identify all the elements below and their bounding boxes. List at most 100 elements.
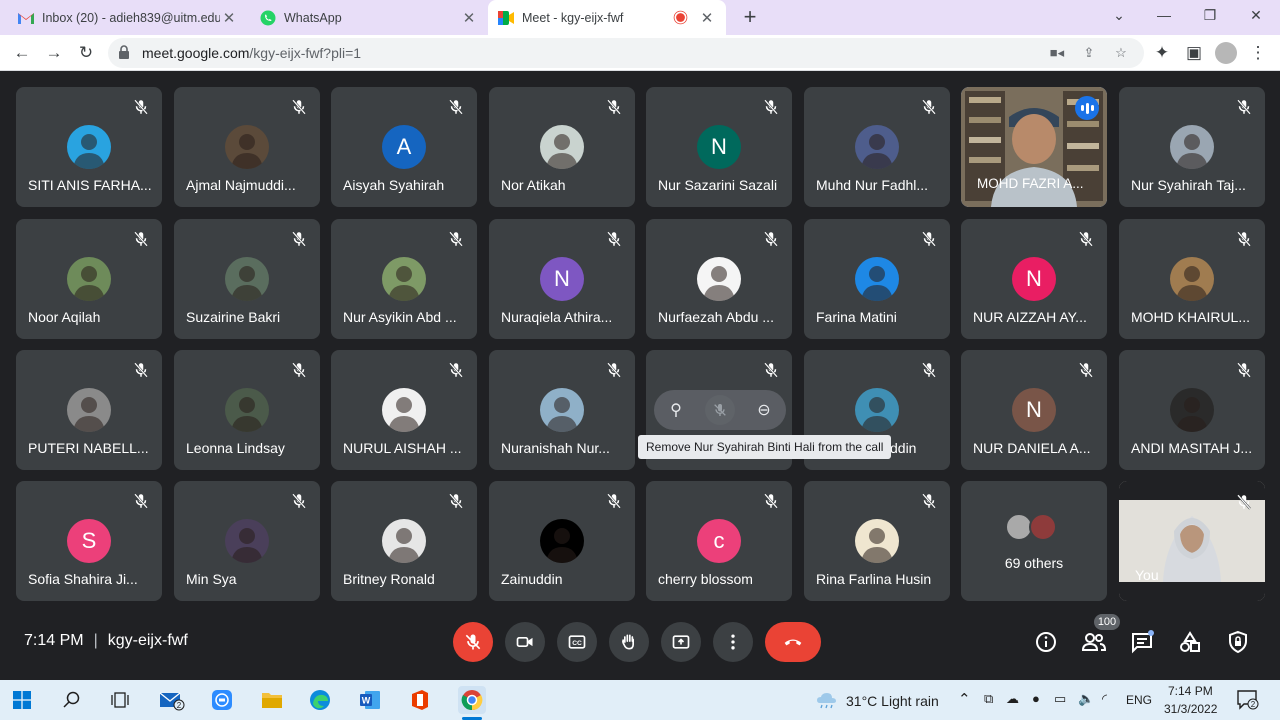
word-app-icon[interactable]: W — [356, 686, 384, 714]
weather-icon[interactable] — [812, 686, 840, 714]
host-controls-button[interactable] — [1224, 628, 1252, 656]
extensions-icon[interactable]: ✦ — [1148, 39, 1176, 67]
weather-text[interactable]: 31°C Light rain — [846, 693, 939, 709]
participant-tile[interactable]: Nur Syahirah Taj... — [1119, 87, 1265, 207]
more-options-button[interactable] — [713, 622, 753, 662]
present-screen-button[interactable] — [661, 622, 701, 662]
activities-button[interactable] — [1176, 628, 1204, 656]
participant-tile[interactable]: SITI ANIS FARHA... — [16, 87, 162, 207]
participant-tile[interactable]: ANDI MASITAH J... — [1119, 350, 1265, 470]
windows-start-icon[interactable] — [8, 686, 36, 714]
edge-browser-icon[interactable] — [306, 686, 334, 714]
participant-tile[interactable]: Rina Farlina Husin — [804, 481, 950, 601]
side-panel-icon[interactable]: ▣ — [1180, 39, 1208, 67]
participant-tile[interactable]: Britney Ronald — [331, 481, 477, 601]
back-icon[interactable]: ← — [8, 39, 36, 67]
participant-tile[interactable]: Zainuddin — [489, 481, 635, 601]
participant-tile[interactable]: S Sofia Shahira Ji... — [16, 481, 162, 601]
notification-center-icon[interactable]: 2 — [1234, 686, 1262, 714]
office-app-icon[interactable] — [406, 686, 434, 714]
battery-icon[interactable]: ▭ — [1054, 691, 1066, 707]
participant-tile[interactable]: c cherry blossom — [646, 481, 792, 601]
participant-name: Leonna Lindsay — [186, 440, 285, 456]
chrome-app-icon[interactable] — [458, 686, 486, 714]
participant-tile[interactable]: N NUR AIZZAH AY... — [961, 219, 1107, 339]
tab-whatsapp[interactable]: WhatsApp ✕ — [250, 0, 488, 35]
onedrive-icon[interactable]: ☁ — [1006, 691, 1019, 707]
reload-icon[interactable]: ↻ — [72, 39, 100, 67]
taskbar-time[interactable]: 7:14 PM — [1168, 684, 1213, 698]
participant-tile[interactable]: Noor Aqilah — [16, 219, 162, 339]
tray-meet-icon[interactable]: ⧉ — [984, 691, 993, 707]
remove-participant-icon[interactable]: ⊖ — [749, 395, 779, 425]
close-tab-icon[interactable]: ✕ — [220, 9, 238, 27]
participant-tile[interactable]: Min Sya — [174, 481, 320, 601]
raise-hand-button[interactable] — [609, 622, 649, 662]
tab-gmail[interactable]: Inbox (20) - adieh839@uitm.edu. ✕ — [8, 0, 248, 35]
participant-tile[interactable]: Farina Matini — [804, 219, 950, 339]
language-indicator[interactable]: ENG — [1126, 693, 1152, 707]
volume-icon[interactable]: 🔈 — [1078, 691, 1094, 707]
participant-tile[interactable]: Nor Atikah — [489, 87, 635, 207]
profile-avatar[interactable] — [1212, 39, 1240, 67]
mute-participant-icon[interactable] — [705, 395, 735, 425]
wifi-icon[interactable]: ◜ — [1102, 691, 1107, 707]
hand-icon — [622, 634, 634, 650]
participant-tile[interactable]: Nur Asyikin Abd ... — [331, 219, 477, 339]
mail-app-icon[interactable]: 2 — [158, 686, 186, 714]
participant-tile[interactable]: NURUL AISHAH ... — [331, 350, 477, 470]
leave-call-button[interactable] — [765, 622, 821, 662]
zoom-app-icon[interactable] — [208, 686, 236, 714]
new-tab-button[interactable]: + — [738, 4, 762, 30]
tray-overflow-icon[interactable]: ⌃ — [958, 690, 971, 708]
chat-button[interactable] — [1128, 628, 1156, 656]
forward-icon[interactable]: → — [40, 39, 68, 67]
participant-tile[interactable]: N Nur Sazarini Sazali — [646, 87, 792, 207]
participant-name: MOHD KHAIRUL... — [1131, 309, 1251, 325]
muted-mic-icon — [605, 98, 623, 116]
people-button[interactable] — [1080, 628, 1108, 656]
avatar-photo — [540, 388, 584, 432]
others-tile[interactable]: 69 others — [961, 481, 1107, 601]
participant-tile[interactable]: Nurfaezah Abdu ... — [646, 219, 792, 339]
participant-tile[interactable]: PUTERI NABELL... — [16, 350, 162, 470]
microphone-toggle-button[interactable] — [453, 622, 493, 662]
share-icon[interactable]: ⇪ — [1078, 43, 1100, 63]
self-view-tile[interactable]: You — [1119, 481, 1265, 601]
muted-mic-icon — [447, 98, 465, 116]
bookmark-star-icon[interactable]: ☆ — [1110, 43, 1132, 63]
microphone-tray-icon[interactable]: ● — [1032, 691, 1040, 706]
participant-tile[interactable]: Ajmal Najmuddi... — [174, 87, 320, 207]
task-view-icon[interactable] — [106, 686, 134, 714]
participant-tile[interactable]: Leonna Lindsay — [174, 350, 320, 470]
participant-tile[interactable]: N Nuraqiela Athira... — [489, 219, 635, 339]
participant-tile[interactable]: A Aisyah Syahirah — [331, 87, 477, 207]
participant-tile[interactable]: Muhd Nur Fadhl... — [804, 87, 950, 207]
participant-tile[interactable]: N NUR DANIELA A... — [961, 350, 1107, 470]
tab-meet[interactable]: Meet - kgy-eijx-fwf ✕ — [488, 0, 726, 35]
close-window-icon[interactable]: ✕ — [1233, 0, 1279, 32]
participant-tile[interactable]: MOHD FAZRI A... — [961, 87, 1107, 207]
captions-button[interactable]: CC — [557, 622, 597, 662]
file-explorer-icon[interactable] — [258, 686, 286, 714]
restore-icon[interactable]: ❐ — [1187, 0, 1233, 32]
participant-tile[interactable]: Suzairine Bakri — [174, 219, 320, 339]
camera-toggle-button[interactable] — [505, 622, 545, 662]
close-tab-icon[interactable]: ✕ — [698, 9, 716, 27]
camera-in-use-icon[interactable]: ■◂ — [1046, 43, 1068, 63]
pin-icon[interactable]: ⚲ — [661, 395, 691, 425]
participant-tile[interactable]: MOHD KHAIRUL... — [1119, 219, 1265, 339]
search-icon[interactable] — [58, 686, 86, 714]
minimize-icon[interactable]: — — [1141, 0, 1187, 32]
tab-search-icon[interactable]: ⌄ — [1096, 0, 1142, 32]
avatar-photo — [1170, 388, 1214, 432]
gmail-icon — [18, 10, 34, 26]
close-tab-icon[interactable]: ✕ — [460, 9, 478, 27]
participant-tile[interactable]: Nuranishah Nur... — [489, 350, 635, 470]
address-bar[interactable]: meet.google.com/kgy-eijx-fwf?pli=1 ■◂ ⇪ … — [108, 38, 1144, 68]
browser-menu-icon[interactable]: ⋮ — [1244, 39, 1272, 67]
meeting-details-button[interactable] — [1032, 628, 1060, 656]
speaking-indicator-icon — [1075, 96, 1099, 120]
participant-name: ANDI MASITAH J... — [1131, 440, 1253, 456]
taskbar-date[interactable]: 31/3/2022 — [1164, 702, 1217, 716]
